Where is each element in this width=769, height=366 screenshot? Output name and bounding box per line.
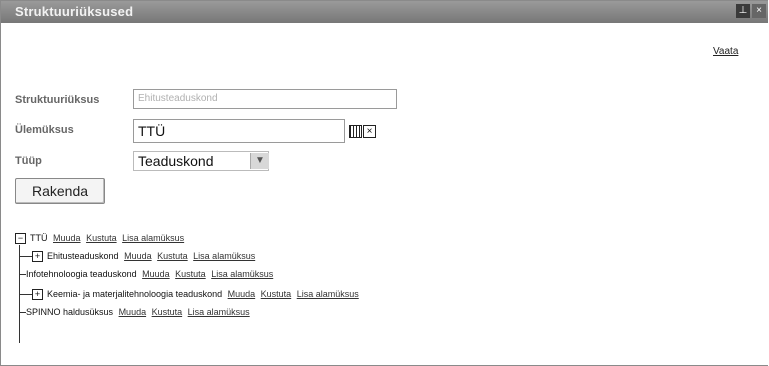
- clear-x-icon[interactable]: ×: [363, 125, 376, 138]
- window-title: Struktuuriüksused: [15, 4, 134, 19]
- edit-link[interactable]: Muuda: [124, 251, 152, 261]
- tree-item-label: SPINNO haldusüksus: [26, 307, 114, 317]
- add-sub-link[interactable]: Lisa alamüksus: [188, 307, 250, 317]
- tree-item-label: Keemia- ja materjalitehnoloogia teadusko…: [47, 289, 223, 299]
- add-sub-link[interactable]: Lisa alamüksus: [297, 289, 359, 299]
- add-sub-link[interactable]: Lisa alamüksus: [193, 251, 255, 261]
- pin-icon[interactable]: ⊥: [736, 4, 750, 18]
- tree-root: − TTÜ Muuda Kustuta Lisa alamüksus: [15, 233, 184, 245]
- edit-link[interactable]: Muuda: [228, 289, 256, 299]
- lookup-grid-icon[interactable]: [349, 125, 362, 138]
- type-select[interactable]: Teaduskond: [133, 151, 269, 171]
- titlebar: Struktuuriüksused ⊥ ×: [1, 1, 768, 23]
- root-add-sub-link[interactable]: Lisa alamüksus: [122, 233, 184, 243]
- tree-item-label: Infotehnoloogia teaduskond: [26, 269, 137, 279]
- apply-button[interactable]: Rakenda: [15, 178, 105, 204]
- plus-box-icon[interactable]: +: [32, 251, 43, 263]
- add-sub-link[interactable]: Lisa alamüksus: [211, 269, 273, 279]
- edit-link[interactable]: Muuda: [119, 307, 147, 317]
- minus-box-icon[interactable]: −: [15, 233, 26, 245]
- tree-item-label: Ehitusteaduskond: [47, 251, 119, 261]
- root-delete-link[interactable]: Kustuta: [86, 233, 117, 243]
- type-label: Tüüp: [15, 155, 42, 167]
- tree-row: SPINNO haldusüksus Muuda Kustuta Lisa al…: [20, 307, 250, 317]
- structure-tree: − TTÜ Muuda Kustuta Lisa alamüksus + Ehitu…: [15, 233, 535, 353]
- root-edit-link[interactable]: Muuda: [53, 233, 81, 243]
- delete-link[interactable]: Kustuta: [157, 251, 188, 261]
- delete-link[interactable]: Kustuta: [152, 307, 183, 317]
- tree-row: Infotehnoloogia teaduskond Muuda Kustuta…: [20, 269, 273, 279]
- delete-link[interactable]: Kustuta: [175, 269, 206, 279]
- plus-box-icon[interactable]: +: [32, 289, 43, 301]
- tree-row: + Ehitusteaduskond Muuda Kustuta Lisa ala…: [20, 251, 255, 263]
- delete-link[interactable]: Kustuta: [261, 289, 292, 299]
- window: Struktuuriüksused ⊥ × Vaata Struktuuriük…: [0, 0, 768, 366]
- close-icon[interactable]: ×: [752, 4, 766, 18]
- parent-field[interactable]: TTÜ: [133, 119, 345, 143]
- edit-link[interactable]: Muuda: [142, 269, 170, 279]
- parent-label: Ülemüksus: [15, 124, 74, 136]
- unit-field[interactable]: Ehitusteaduskond: [133, 89, 397, 109]
- vaata-link[interactable]: Vaata: [713, 46, 738, 57]
- tree-row: + Keemia- ja materjalitehnoloogia teadusk…: [20, 289, 359, 301]
- chevron-down-icon[interactable]: ▼: [250, 153, 269, 169]
- tree-root-label: TTÜ: [30, 233, 48, 243]
- unit-label: Struktuuriüksus: [15, 94, 100, 106]
